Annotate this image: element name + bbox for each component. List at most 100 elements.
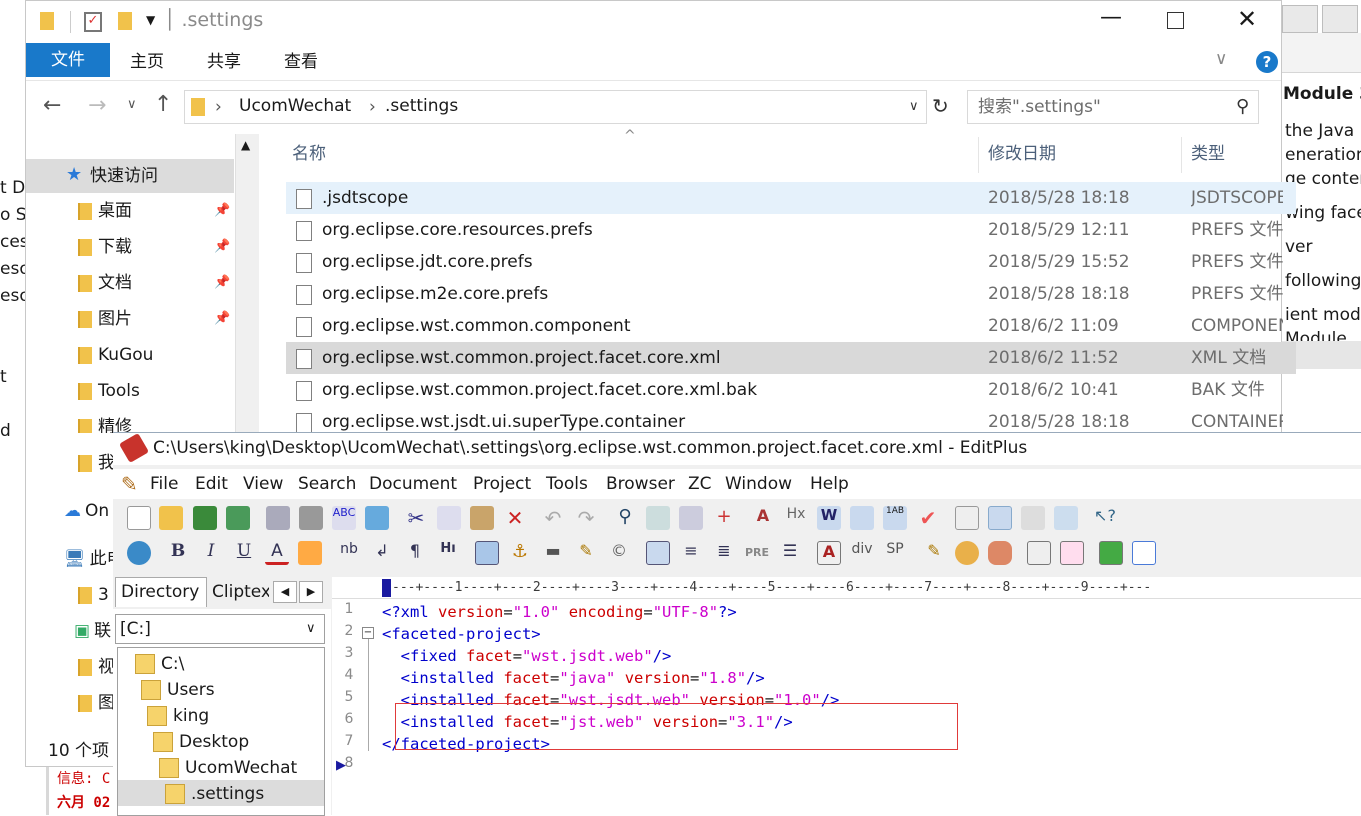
pre-icon[interactable]: PRE bbox=[745, 541, 769, 565]
plugin-icon[interactable] bbox=[988, 541, 1012, 565]
print-icon[interactable] bbox=[299, 506, 323, 530]
nbsp-icon[interactable]: nb bbox=[337, 541, 361, 565]
nav-item-tools[interactable]: Tools bbox=[78, 375, 140, 407]
close-button[interactable]: ✕ bbox=[1237, 5, 1257, 33]
file-row[interactable]: .jsdtscope 2018/5/28 18:18 JSDTSCOPE bbox=[286, 182, 1296, 214]
globe-icon[interactable] bbox=[127, 541, 151, 565]
menu-tools[interactable]: Tools bbox=[546, 469, 588, 499]
code-editor[interactable]: ---+----1----+----2----+----3----+----4-… bbox=[332, 577, 1361, 816]
new-file-icon[interactable] bbox=[127, 506, 151, 530]
font-icon[interactable]: A bbox=[751, 506, 775, 530]
drive-select[interactable]: [C:] ∨ bbox=[115, 614, 325, 644]
back-arrow-icon[interactable]: ← bbox=[43, 93, 61, 118]
nav-quick-access[interactable]: 快速访问 bbox=[90, 160, 158, 192]
recent-locations-icon[interactable]: ∨ bbox=[127, 97, 137, 112]
breadcrumb-item[interactable]: .settings bbox=[385, 96, 458, 116]
properties-icon[interactable]: ✓ bbox=[84, 12, 102, 32]
spellcheck-icon[interactable]: ABC bbox=[332, 506, 356, 530]
goto-icon[interactable] bbox=[679, 506, 703, 530]
image-icon[interactable] bbox=[475, 541, 499, 565]
nav-item-folder[interactable]: 精修 bbox=[78, 411, 132, 433]
menu-view[interactable]: View bbox=[243, 469, 283, 499]
nav-item-pictures2[interactable]: 图 bbox=[78, 687, 115, 719]
paste-icon[interactable] bbox=[470, 506, 494, 530]
menu-edit[interactable]: Edit bbox=[195, 469, 228, 499]
div-icon[interactable]: div bbox=[850, 541, 874, 565]
pin-icon[interactable]: 📌 bbox=[214, 203, 230, 218]
maximize-button[interactable] bbox=[1167, 12, 1184, 29]
tab-file[interactable]: 文件 bbox=[26, 43, 110, 77]
copyright-icon[interactable]: © bbox=[607, 541, 631, 565]
up-arrow-icon[interactable]: ↑ bbox=[154, 92, 172, 117]
search-input[interactable]: 搜索".settings" ⚲ bbox=[967, 90, 1259, 124]
output-window-icon[interactable] bbox=[1021, 506, 1045, 530]
file-row[interactable]: org.eclipse.m2e.core.prefs 2018/5/28 18:1… bbox=[286, 278, 1296, 310]
nav-item-onedrive[interactable]: ☁ On bbox=[64, 495, 109, 527]
tab-share[interactable]: 共享 bbox=[207, 43, 241, 77]
menu-file[interactable]: File bbox=[150, 469, 178, 499]
pencil-icon[interactable]: ✎ bbox=[922, 541, 946, 565]
chevron-down-icon[interactable]: ▼ bbox=[146, 13, 155, 27]
form-icon[interactable] bbox=[1060, 541, 1084, 565]
pin-icon[interactable]: 📌 bbox=[214, 239, 230, 254]
menu-browser[interactable]: Browser bbox=[606, 469, 675, 499]
nav-item-folder[interactable]: 我 bbox=[78, 447, 115, 479]
heading-icon[interactable]: Hı bbox=[436, 541, 460, 565]
line-break-icon[interactable]: ↲ bbox=[370, 541, 394, 565]
breadcrumb-item[interactable]: UcomWechat bbox=[239, 96, 351, 116]
fullscreen-icon[interactable] bbox=[1054, 506, 1078, 530]
line-number-icon[interactable] bbox=[850, 506, 874, 530]
fold-toggle-icon[interactable]: − bbox=[362, 627, 374, 639]
bold-icon[interactable]: B bbox=[166, 541, 190, 565]
refresh-icon[interactable]: ↻ bbox=[932, 94, 949, 118]
tree-item[interactable]: UcomWechat bbox=[159, 755, 297, 781]
file-row[interactable]: org.eclipse.wst.common.component 2018/6/2… bbox=[286, 310, 1296, 342]
open-folder-icon[interactable] bbox=[159, 506, 183, 530]
scroll-up-icon[interactable]: ▲ bbox=[241, 138, 250, 152]
center-icon[interactable]: ≣ bbox=[712, 541, 736, 565]
italic-icon[interactable]: I bbox=[199, 541, 223, 565]
horizontal-rule-icon[interactable]: ▬ bbox=[541, 541, 565, 565]
bg-window-button[interactable] bbox=[1322, 5, 1358, 33]
tab-scroll-right-icon[interactable]: ▶ bbox=[299, 581, 323, 603]
nav-item-kugou[interactable]: KuGou bbox=[78, 339, 153, 371]
tab-cliptext[interactable]: Cliptex bbox=[209, 577, 269, 607]
file-row[interactable]: org.eclipse.core.resources.prefs 2018/5/2… bbox=[286, 214, 1296, 246]
tree-item[interactable]: Desktop bbox=[153, 729, 249, 755]
ribbon-expand-icon[interactable]: ∨ bbox=[1215, 49, 1227, 69]
replace-icon[interactable] bbox=[646, 506, 670, 530]
hex-icon[interactable]: Hx bbox=[784, 506, 808, 530]
tree-item-selected[interactable]: .settings bbox=[165, 781, 264, 807]
file-row[interactable]: org.eclipse.wst.common.project.facet.cor… bbox=[286, 374, 1296, 406]
cup-icon[interactable] bbox=[955, 541, 979, 565]
tree-item[interactable]: king bbox=[147, 703, 209, 729]
bg-window-button[interactable] bbox=[1282, 5, 1318, 33]
tree-item[interactable]: C:\ bbox=[135, 651, 184, 677]
frame-icon[interactable] bbox=[1027, 541, 1051, 565]
menu-search[interactable]: Search bbox=[298, 469, 356, 499]
font-tag-icon[interactable]: A bbox=[817, 541, 841, 565]
nav-item-desktop[interactable]: 桌面 bbox=[78, 195, 132, 227]
tab-view[interactable]: 查看 bbox=[284, 43, 318, 77]
directory-window-icon[interactable] bbox=[955, 506, 979, 530]
menu-window[interactable]: Window bbox=[725, 469, 792, 499]
cliptext-window-icon[interactable] bbox=[988, 506, 1012, 530]
nav-item-videos[interactable]: 视 bbox=[78, 651, 115, 683]
menu-zc[interactable]: ZC bbox=[688, 469, 712, 499]
underline-icon[interactable]: U bbox=[232, 541, 256, 565]
tab-scroll-left-icon[interactable]: ◀ bbox=[273, 581, 297, 603]
indent-icon[interactable]: + bbox=[712, 506, 736, 530]
file-row-selected[interactable]: org.eclipse.wst.common.project.facet.cor… bbox=[286, 342, 1296, 374]
nav-item-documents[interactable]: 文档 bbox=[78, 267, 132, 299]
save-all-icon[interactable] bbox=[226, 506, 250, 530]
anchor-icon[interactable]: ⚓ bbox=[508, 541, 532, 565]
save-icon[interactable] bbox=[193, 506, 217, 530]
browser-preview-icon[interactable] bbox=[365, 506, 389, 530]
font-color-icon[interactable]: A bbox=[265, 541, 289, 565]
color-palette-icon[interactable] bbox=[298, 541, 322, 565]
address-dropdown-icon[interactable]: ∨ bbox=[909, 99, 919, 114]
tab-home[interactable]: 主页 bbox=[130, 43, 164, 77]
word-wrap-icon[interactable]: W bbox=[817, 506, 841, 530]
file-row[interactable]: org.eclipse.jdt.core.prefs 2018/5/29 15:5… bbox=[286, 246, 1296, 278]
nav-item-contacts[interactable]: ▣ 联 bbox=[74, 615, 111, 647]
